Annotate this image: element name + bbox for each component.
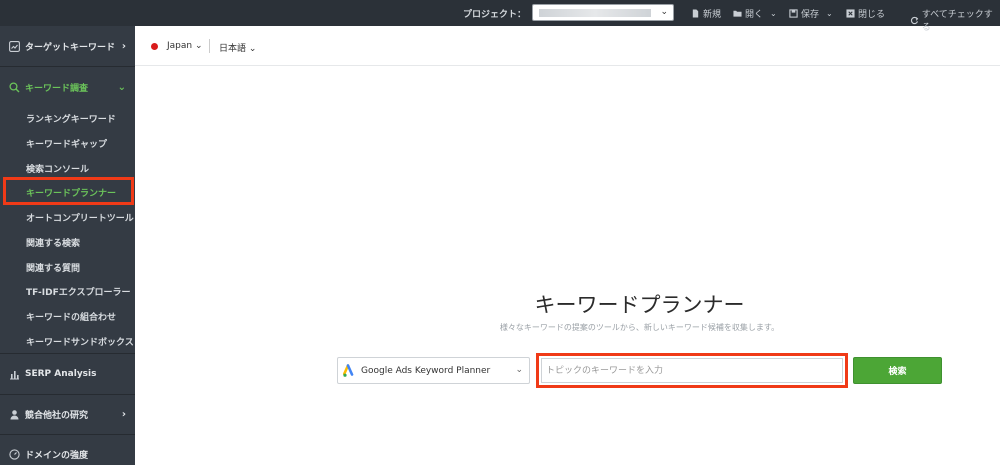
- save-button[interactable]: 保存 ⌄: [789, 7, 833, 20]
- close-icon: [846, 9, 855, 18]
- keyword-input-highlight: [536, 353, 848, 388]
- page-subtitle: 様々なキーワードの提案のツールから、新しいキーワード候補を収集します。: [499, 323, 780, 332]
- sidebar-item-label: 競合他社の研究: [25, 410, 89, 421]
- chevron-down-icon: ⌄: [117, 81, 126, 93]
- chevron-down-icon: ⌄: [660, 7, 668, 17]
- chevron-down-icon: ⌄: [770, 9, 777, 18]
- divider: [209, 39, 210, 53]
- top-toolbar: プロジェクト： ⌄ 新規 開く ⌄ 保存 ⌄ 閉じる すべてチェックする: [0, 0, 1000, 33]
- folder-icon: [733, 10, 742, 17]
- sidebar-item-label: ターゲットキーワード: [25, 42, 116, 53]
- sidebar-item-domain-strength[interactable]: ドメインの強度: [0, 434, 135, 465]
- bar-chart-icon: [10, 370, 19, 379]
- sidebar-item-competitor-research[interactable]: 競合他社の研究 ›: [0, 394, 135, 434]
- app-window: プロジェクト： ⌄ 新規 開く ⌄ 保存 ⌄ 閉じる すべてチェックする ターゲ…: [0, 0, 1000, 465]
- new-button[interactable]: 新規: [691, 7, 721, 20]
- sidebar-subitem-autocomplete[interactable]: オートコンプリートツール: [26, 211, 134, 224]
- chevron-down-icon: ⌄: [194, 41, 203, 51]
- sidebar-subitem-search-console[interactable]: 検索コンソール: [26, 162, 89, 175]
- keyword-input[interactable]: [541, 358, 843, 383]
- open-button[interactable]: 開く ⌄: [733, 7, 777, 20]
- tool-select[interactable]: Google Ads Keyword Planner ⌄: [337, 357, 530, 384]
- sidebar-subitem-ranking-keywords[interactable]: ランキングキーワード: [26, 112, 116, 125]
- region-label: Japan: [167, 41, 193, 51]
- gauge-icon: [9, 448, 20, 460]
- chevron-down-icon: ⌄: [826, 9, 833, 18]
- chevron-down-icon: ⌄: [248, 44, 257, 54]
- save-label: 保存: [801, 10, 820, 20]
- sidebar-subitem-related-questions[interactable]: 関連する質問: [26, 261, 80, 274]
- sidebar: ターゲットキーワード › キーワード調査 ⌄ ランキングキーワード キーワードギ…: [0, 26, 135, 465]
- close-label: 閉じる: [858, 10, 886, 20]
- close-button[interactable]: 閉じる: [846, 7, 885, 20]
- region-select[interactable]: Japan ⌄: [167, 41, 203, 51]
- chevron-right-icon: ›: [121, 408, 126, 420]
- sidebar-subitem-keyword-sandbox[interactable]: キーワードサンドボックス: [26, 335, 134, 348]
- japan-flag-icon: [151, 43, 158, 50]
- save-icon: [789, 9, 798, 18]
- sidebar-subitem-label: キーワードプランナー: [26, 189, 117, 199]
- sidebar-subitem-keyword-combiner[interactable]: キーワードの組合わせ: [26, 310, 116, 323]
- sidebar-subitem-keyword-planner[interactable]: キーワードプランナー: [3, 177, 134, 205]
- main-header: Japan ⌄ 日本語 ⌄: [135, 26, 1000, 66]
- refresh-icon: [910, 16, 919, 24]
- language-select[interactable]: 日本語 ⌄: [219, 41, 256, 54]
- chevron-down-icon: ⌄: [515, 365, 523, 375]
- sidebar-subitem-related-searches[interactable]: 関連する検索: [26, 236, 80, 249]
- google-ads-icon: [343, 364, 354, 377]
- chart-icon: [9, 40, 20, 52]
- user-icon: [10, 409, 19, 419]
- project-select[interactable]: ⌄: [532, 4, 674, 21]
- tool-select-label: Google Ads Keyword Planner: [361, 366, 491, 376]
- sidebar-item-keyword-research[interactable]: キーワード調査 ⌄: [0, 67, 135, 107]
- open-label: 開く: [745, 10, 764, 20]
- project-label: プロジェクト：: [463, 10, 527, 20]
- chevron-right-icon: ›: [121, 40, 126, 52]
- search-button[interactable]: 検索: [853, 357, 942, 384]
- project-name-redacted: [539, 9, 651, 17]
- sidebar-subitem-tfidf-explorer[interactable]: TF-IDFエクスプローラー: [26, 285, 130, 298]
- sidebar-item-label: SERP Analysis: [25, 369, 97, 379]
- language-label: 日本語: [219, 44, 247, 54]
- sidebar-item-target-keywords[interactable]: ターゲットキーワード ›: [0, 26, 135, 66]
- sidebar-subitem-keyword-gap[interactable]: キーワードギャップ: [26, 137, 107, 150]
- search-icon: [9, 81, 20, 92]
- page-title: キーワードプランナー: [534, 293, 745, 317]
- sidebar-item-label: ドメインの強度: [25, 450, 89, 461]
- sidebar-item-serp-analysis[interactable]: SERP Analysis: [0, 354, 135, 394]
- sidebar-item-label: キーワード調査: [25, 83, 89, 94]
- file-icon: [692, 9, 699, 18]
- new-label: 新規: [703, 10, 722, 20]
